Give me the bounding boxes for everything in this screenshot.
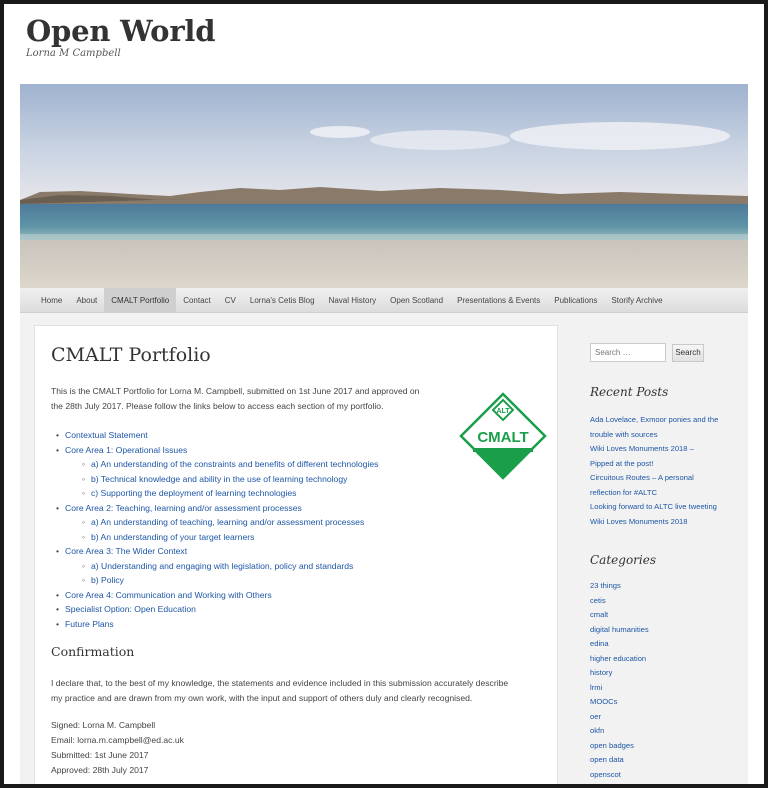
intro-line: the 28th July 2017. Please follow the li… [51, 401, 384, 411]
intro-line: This is the CMALT Portfolio for Lorna M.… [51, 386, 420, 396]
toc-link[interactable]: Core Area 3: The Wider Context [51, 544, 551, 559]
browser-frame: Open World Lorna M Campbell Home About C… [4, 4, 764, 784]
nav-cmalt-portfolio[interactable]: CMALT Portfolio [104, 288, 177, 312]
portfolio-contents: Contextual Statement Core Area 1: Operat… [51, 428, 551, 631]
search-input[interactable]: Search … [590, 343, 666, 362]
recent-post-link[interactable]: Circuitous Routes – A personal [590, 471, 730, 486]
category-link[interactable]: okfn [590, 724, 649, 739]
category-link[interactable]: MOOCs [590, 695, 649, 710]
recent-post-link[interactable]: reflection for #ALTC [590, 486, 730, 501]
nav-presentations-events[interactable]: Presentations & Events [450, 288, 547, 312]
nav-cv[interactable]: CV [218, 288, 243, 312]
category-link[interactable]: history [590, 666, 649, 681]
email-line: Email: lorna.m.campbell@ed.ac.uk [51, 735, 184, 745]
toc-link[interactable]: Specialist Option: Open Education [51, 602, 551, 617]
toc-link[interactable]: Future Plans [51, 617, 551, 632]
signed-line: Signed: Lorna M. Campbell [51, 720, 156, 730]
recent-post-link[interactable]: Pipped at the post! [590, 457, 730, 472]
nav-naval-history[interactable]: Naval History [322, 288, 384, 312]
main-content: CMALT Portfolio This is the CMALT Portfo… [34, 325, 558, 784]
category-link[interactable]: oer [590, 710, 649, 725]
nav-storify-archive[interactable]: Storify Archive [604, 288, 669, 312]
confirmation-line: I declare that, to the best of my knowle… [51, 678, 509, 688]
site-description: Lorna M Campbell [26, 48, 121, 59]
category-link[interactable]: openscot [590, 768, 649, 783]
category-link[interactable]: cmalt [590, 608, 649, 623]
recent-posts-title: Recent Posts [590, 385, 669, 399]
toc-link[interactable]: a) Understanding and engaging with legis… [51, 559, 551, 574]
recent-post-link[interactable]: Looking forward to ALTC live tweeting [590, 500, 730, 515]
confirmation-text: I declare that, to the best of my knowle… [51, 676, 551, 706]
recent-post-link[interactable]: Ada Lovelace, Exmoor ponies and the [590, 413, 730, 428]
categories-list: 23 things cetis cmalt digital humanities… [590, 579, 649, 782]
site-title[interactable]: Open World [26, 14, 215, 48]
approved-line: Approved: 28th July 2017 [51, 765, 149, 775]
category-link[interactable]: open data [590, 753, 649, 768]
signature-block: Signed: Lorna M. Campbell Email: lorna.m… [51, 718, 184, 778]
nav-home[interactable]: Home [34, 288, 69, 312]
nav-cetis-blog[interactable]: Lorna's Cetis Blog [243, 288, 322, 312]
logo-badge-text: ALT [496, 408, 510, 415]
category-link[interactable]: lrmi [590, 681, 649, 696]
confirmation-line: my practice and are drawn from my own wo… [51, 693, 473, 703]
confirmation-heading: Confirmation [51, 644, 135, 659]
submitted-line: Submitted: 1st June 2017 [51, 750, 149, 760]
nav-contact[interactable]: Contact [176, 288, 218, 312]
page-body: CMALT Portfolio This is the CMALT Portfo… [20, 313, 748, 784]
toc-link[interactable]: b) Technical knowledge and ability in th… [51, 472, 551, 487]
recent-post-link[interactable]: Wiki Loves Monuments 2018 – [590, 442, 730, 457]
toc-link[interactable]: Contextual Statement [51, 428, 551, 443]
page-title: CMALT Portfolio [51, 344, 211, 366]
toc-link[interactable]: a) An understanding of the constraints a… [51, 457, 551, 472]
category-link[interactable]: digital humanities [590, 623, 649, 638]
category-link[interactable]: open badges [590, 739, 649, 754]
category-link[interactable]: higher education [590, 652, 649, 667]
main-navigation: Home About CMALT Portfolio Contact CV Lo… [20, 288, 748, 313]
toc-link[interactable]: b) Policy [51, 573, 551, 588]
nav-publications[interactable]: Publications [547, 288, 604, 312]
toc-link[interactable]: a) An understanding of teaching, learnin… [51, 515, 551, 530]
search-button[interactable]: Search [672, 344, 704, 362]
nav-about[interactable]: About [69, 288, 104, 312]
toc-link[interactable]: Core Area 4: Communication and Working w… [51, 588, 551, 603]
categories-title: Categories [590, 553, 656, 567]
header-image [20, 84, 748, 288]
recent-post-link[interactable]: trouble with sources [590, 428, 730, 443]
toc-link[interactable]: b) An understanding of your target learn… [51, 530, 551, 545]
nav-open-scotland[interactable]: Open Scotland [383, 288, 450, 312]
category-link[interactable]: cetis [590, 594, 649, 609]
toc-link[interactable]: c) Supporting the deployment of learning… [51, 486, 551, 501]
toc-link[interactable]: Core Area 1: Operational Issues [51, 443, 551, 458]
category-link[interactable]: edina [590, 637, 649, 652]
recent-posts-list: Ada Lovelace, Exmoor ponies and the trou… [590, 413, 730, 529]
recent-post-link[interactable]: Wiki Loves Monuments 2018 [590, 515, 730, 530]
category-link[interactable]: 23 things [590, 579, 649, 594]
intro-text: This is the CMALT Portfolio for Lorna M.… [51, 384, 451, 414]
toc-link[interactable]: Core Area 2: Teaching, learning and/or a… [51, 501, 551, 516]
